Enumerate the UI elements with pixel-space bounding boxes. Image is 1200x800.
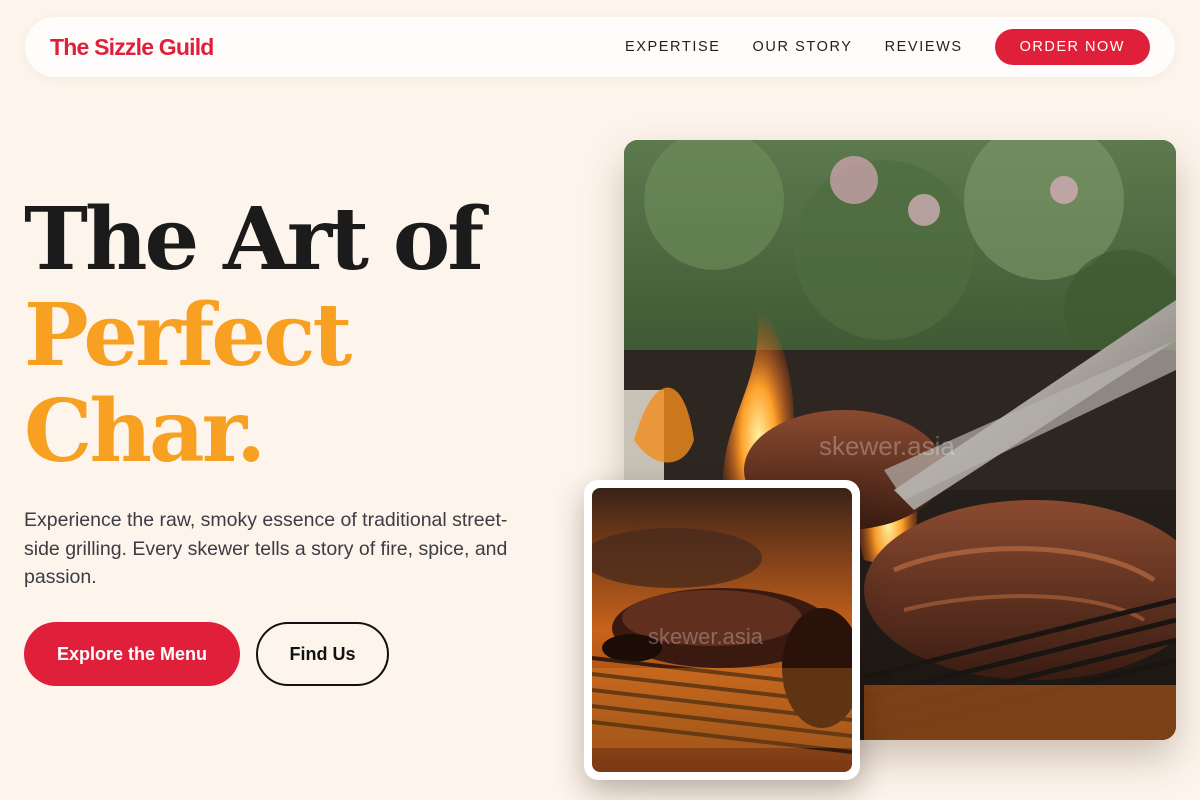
headline-line-2: Perfect (24, 285, 352, 386)
explore-menu-button[interactable]: Explore the Menu (24, 622, 240, 686)
find-us-button[interactable]: Find Us (256, 622, 389, 686)
headline-line-3: Char. (24, 381, 266, 482)
nav-link-expertise[interactable]: EXPERTISE (625, 39, 721, 55)
grill-closeup-image: skewer.asia (592, 488, 852, 772)
nav-link-reviews[interactable]: REVIEWS (885, 39, 963, 55)
inset-image-watermark: skewer.asia (648, 624, 764, 649)
nav-link-our-story[interactable]: OUR STORY (753, 39, 853, 55)
hero-description: Experience the raw, smoky essence of tra… (24, 509, 508, 588)
main-image-watermark: skewer.asia (819, 431, 955, 461)
order-now-button[interactable]: ORDER NOW (994, 29, 1150, 65)
grill-inset-card: skewer.asia (584, 480, 860, 780)
nav-links: EXPERTISE OUR STORY REVIEWS ORDER NOW (625, 29, 1150, 65)
headline-line-1: The Art of (24, 189, 484, 290)
hero-headline: The Art of Perfect Char. (24, 189, 484, 482)
top-navbar: The Sizzle Guild EXPERTISE OUR STORY REV… (25, 17, 1175, 77)
brand-logo[interactable]: The Sizzle Guild (50, 34, 214, 61)
